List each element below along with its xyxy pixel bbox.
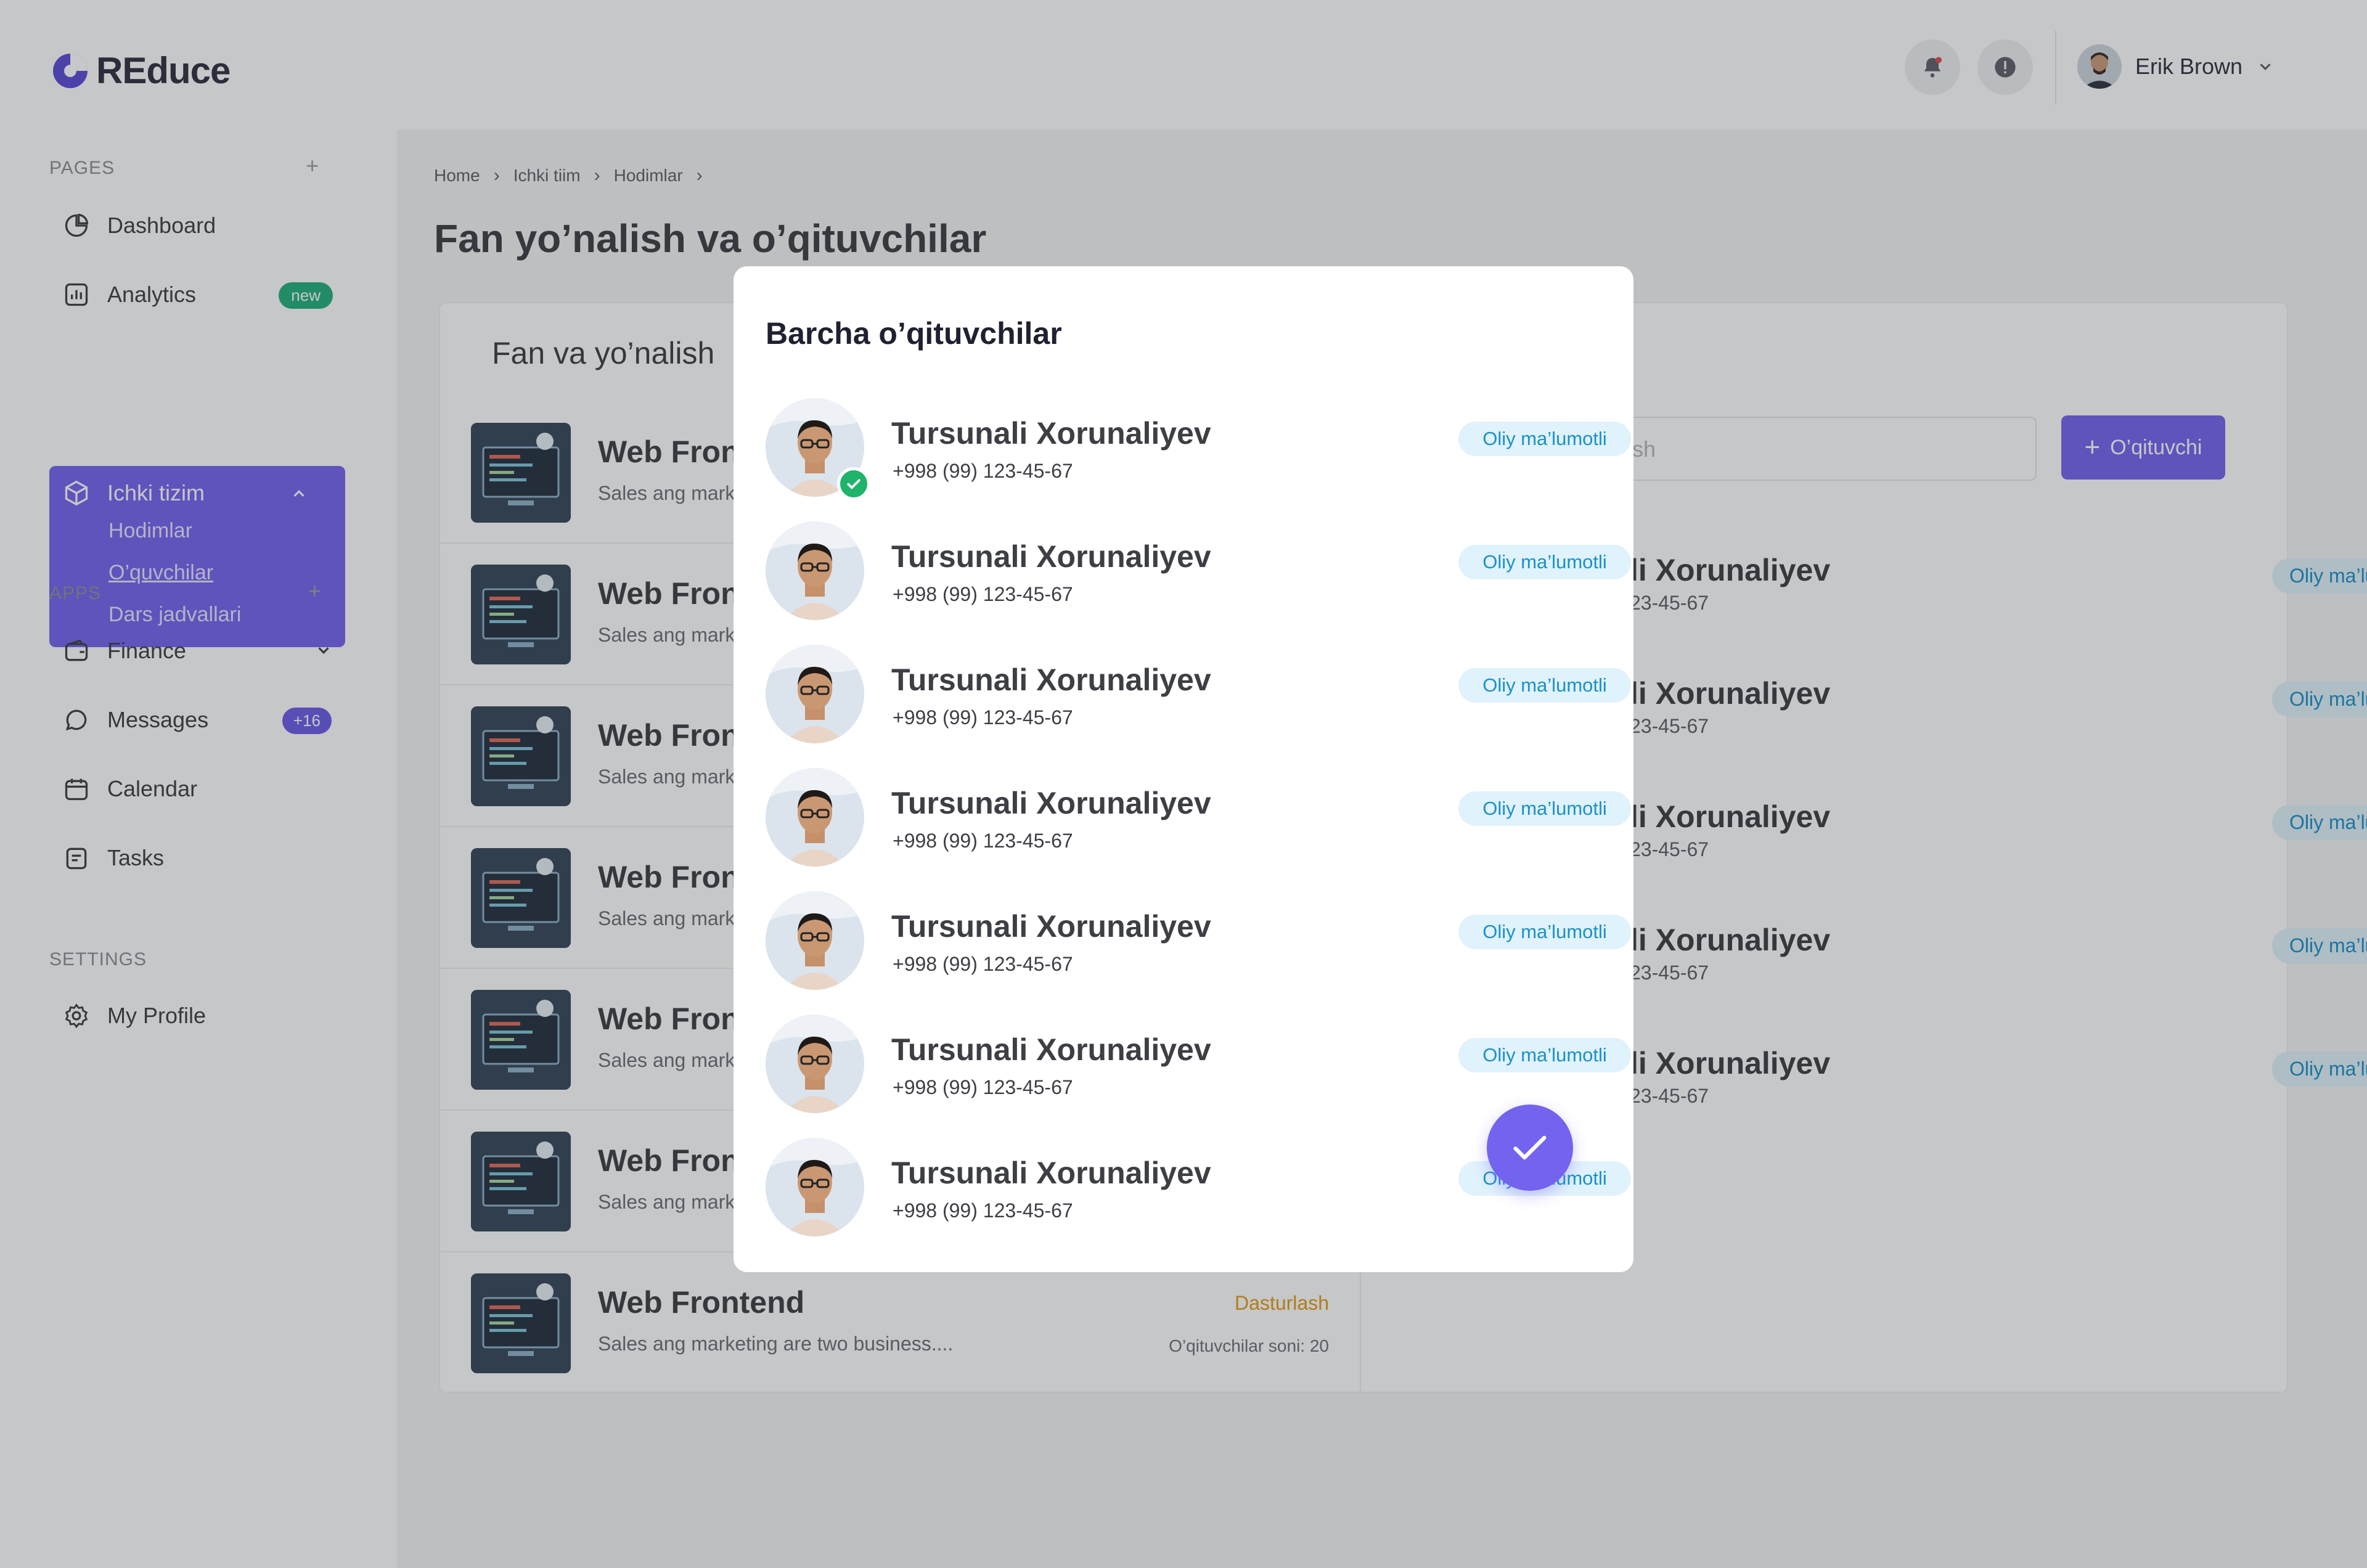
education-badge: Oliy ma’lumotli [1458, 422, 1631, 456]
selected-check-icon [837, 467, 870, 500]
education-badge: Oliy ma’lumotli [1458, 668, 1631, 703]
teacher-phone: +998 (99) 123-45-67 [893, 830, 1073, 852]
teacher-name: Tursunali Xorunaliyev [891, 909, 1211, 944]
modal-teacher-row[interactable]: Tursunali Xorunaliyev +998 (99) 123-45-67… [766, 768, 1631, 873]
education-badge: Oliy ma’lumotli [1458, 791, 1631, 826]
modal-teacher-row[interactable]: Tursunali Xorunaliyev +998 (99) 123-45-67… [766, 645, 1631, 749]
teacher-avatar [766, 645, 864, 743]
teacher-phone: +998 (99) 123-45-67 [893, 583, 1073, 605]
teacher-name: Tursunali Xorunaliyev [891, 1156, 1211, 1190]
teacher-name: Tursunali Xorunaliyev [891, 786, 1211, 820]
teacher-avatar [766, 521, 864, 620]
modal-title: Barcha o’qituvchilar [766, 316, 1062, 351]
teacher-name: Tursunali Xorunaliyev [891, 663, 1211, 697]
education-badge: Oliy ma’lumotli [1458, 915, 1631, 949]
teachers-modal: Barcha o’qituvchilar Tursunali Xorunaliy… [734, 266, 1633, 1272]
modal-teacher-row[interactable]: Tursunali Xorunaliyev +998 (99) 123-45-67… [766, 1138, 1631, 1243]
teacher-name: Tursunali Xorunaliyev [891, 1032, 1211, 1067]
teacher-avatar [766, 1138, 864, 1236]
teacher-avatar [766, 768, 864, 867]
confirm-button[interactable] [1487, 1105, 1573, 1191]
modal-teacher-row[interactable]: Tursunali Xorunaliyev +998 (99) 123-45-67… [766, 891, 1631, 996]
check-icon [1513, 1135, 1547, 1160]
teacher-phone: +998 (99) 123-45-67 [893, 1199, 1073, 1222]
teacher-avatar [766, 891, 864, 990]
modal-teacher-row[interactable]: Tursunali Xorunaliyev +998 (99) 123-45-67… [766, 1015, 1631, 1119]
modal-teacher-row[interactable]: Tursunali Xorunaliyev +998 (99) 123-45-67… [766, 398, 1631, 503]
teacher-name: Tursunali Xorunaliyev [891, 416, 1211, 451]
teacher-phone: +998 (99) 123-45-67 [893, 706, 1073, 729]
teacher-phone: +998 (99) 123-45-67 [893, 953, 1073, 975]
teacher-avatar [766, 1015, 864, 1113]
education-badge: Oliy ma’lumotli [1458, 545, 1631, 579]
teacher-name: Tursunali Xorunaliyev [891, 539, 1211, 574]
teacher-phone: +998 (99) 123-45-67 [893, 460, 1073, 482]
modal-teacher-row[interactable]: Tursunali Xorunaliyev +998 (99) 123-45-67… [766, 521, 1631, 626]
teacher-phone: +998 (99) 123-45-67 [893, 1076, 1073, 1098]
education-badge: Oliy ma’lumotli [1458, 1038, 1631, 1072]
